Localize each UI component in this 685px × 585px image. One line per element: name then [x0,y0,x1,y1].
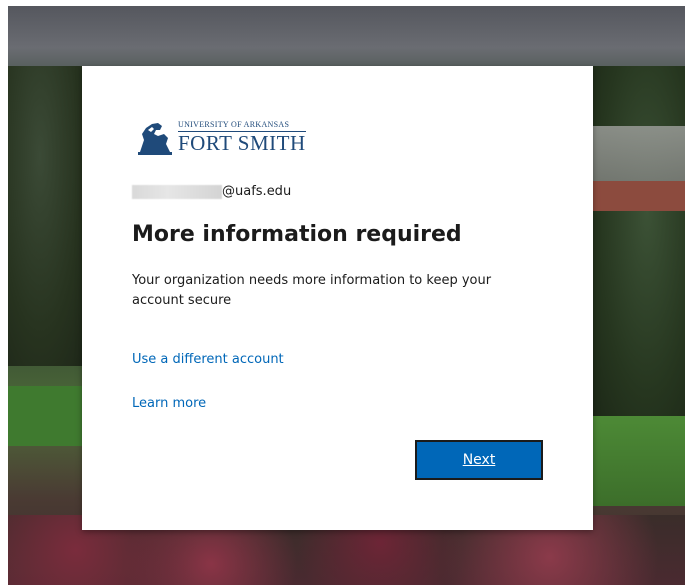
background-building [590,126,685,186]
next-button[interactable]: Next [415,440,543,480]
background-trees-right [590,66,685,426]
background-lawn-right [590,416,685,506]
account-email-suffix: @uafs.edu [222,184,292,199]
logo-campus-line: FORT SMITH [178,131,306,155]
sign-in-dialog: UNIVERSITY of ARKANSAS FORT SMITH @uafs.… [82,66,593,530]
organization-logo: UNIVERSITY of ARKANSAS FORT SMITH [134,118,306,156]
logo-text: UNIVERSITY of ARKANSAS FORT SMITH [178,120,306,154]
lion-crest-icon [138,123,172,155]
use-different-account-link[interactable]: Use a different account [132,352,284,367]
account-identity: @uafs.edu [132,184,291,199]
background-building-roof [590,181,685,211]
background-trees-left [8,66,88,366]
description-text: Your organization needs more information… [132,273,492,308]
redacted-username [132,184,222,199]
background-lawn-left [8,386,88,446]
learn-more-link[interactable]: Learn more [132,396,206,411]
page-title: More information required [132,222,462,247]
